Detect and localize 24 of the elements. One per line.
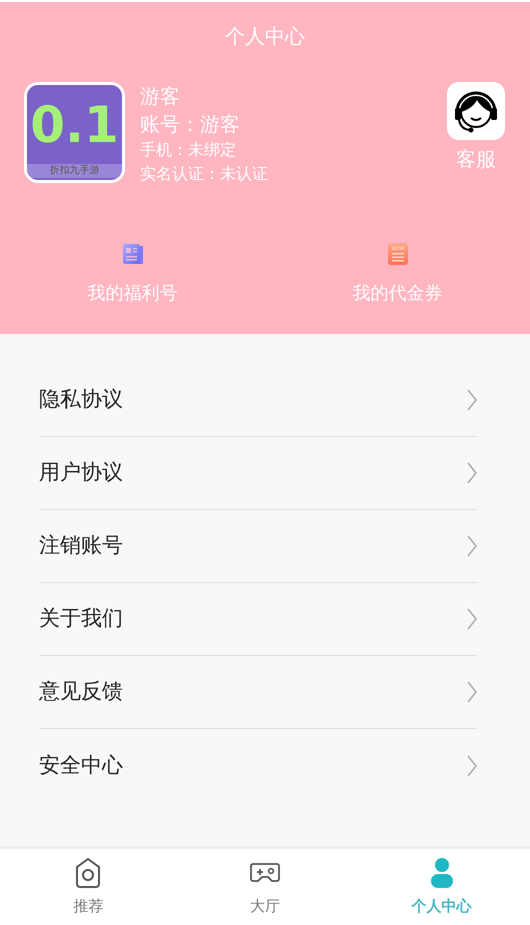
menu-item[interactable]: 隐私协议 — [39, 364, 477, 437]
page-title: 个人中心 — [224, 23, 306, 50]
menu-item[interactable]: 意见反馈 — [39, 656, 477, 729]
person-icon — [430, 857, 454, 889]
menu-item[interactable]: 关于我们 — [39, 583, 477, 656]
verify-text: 实名认证：未认证 — [140, 163, 268, 185]
user-name: 游客 — [140, 83, 181, 110]
chevron-icon — [467, 535, 477, 557]
app-logo: 0.1 折扣九手游 — [24, 82, 125, 183]
menu-item[interactable]: 用户协议 — [39, 437, 477, 510]
chevron-icon — [467, 608, 477, 630]
chevron-icon — [467, 389, 477, 411]
menu-item[interactable]: 安全中心 — [39, 729, 477, 802]
newspaper-icon — [120, 242, 144, 266]
chevron-icon — [467, 754, 477, 776]
support-button[interactable] — [447, 82, 505, 140]
chevron-icon — [467, 681, 477, 703]
nav-tab[interactable]: 大厅 — [176, 849, 354, 925]
menu-item[interactable]: 注销账号 — [39, 510, 477, 583]
nav-tab[interactable]: 推荐 — [0, 849, 177, 925]
account-text: 账号：游客 — [140, 111, 241, 138]
home-icon — [74, 857, 102, 889]
chevron-icon — [467, 462, 477, 484]
phone-text: 手机：未绑定 — [140, 139, 237, 161]
